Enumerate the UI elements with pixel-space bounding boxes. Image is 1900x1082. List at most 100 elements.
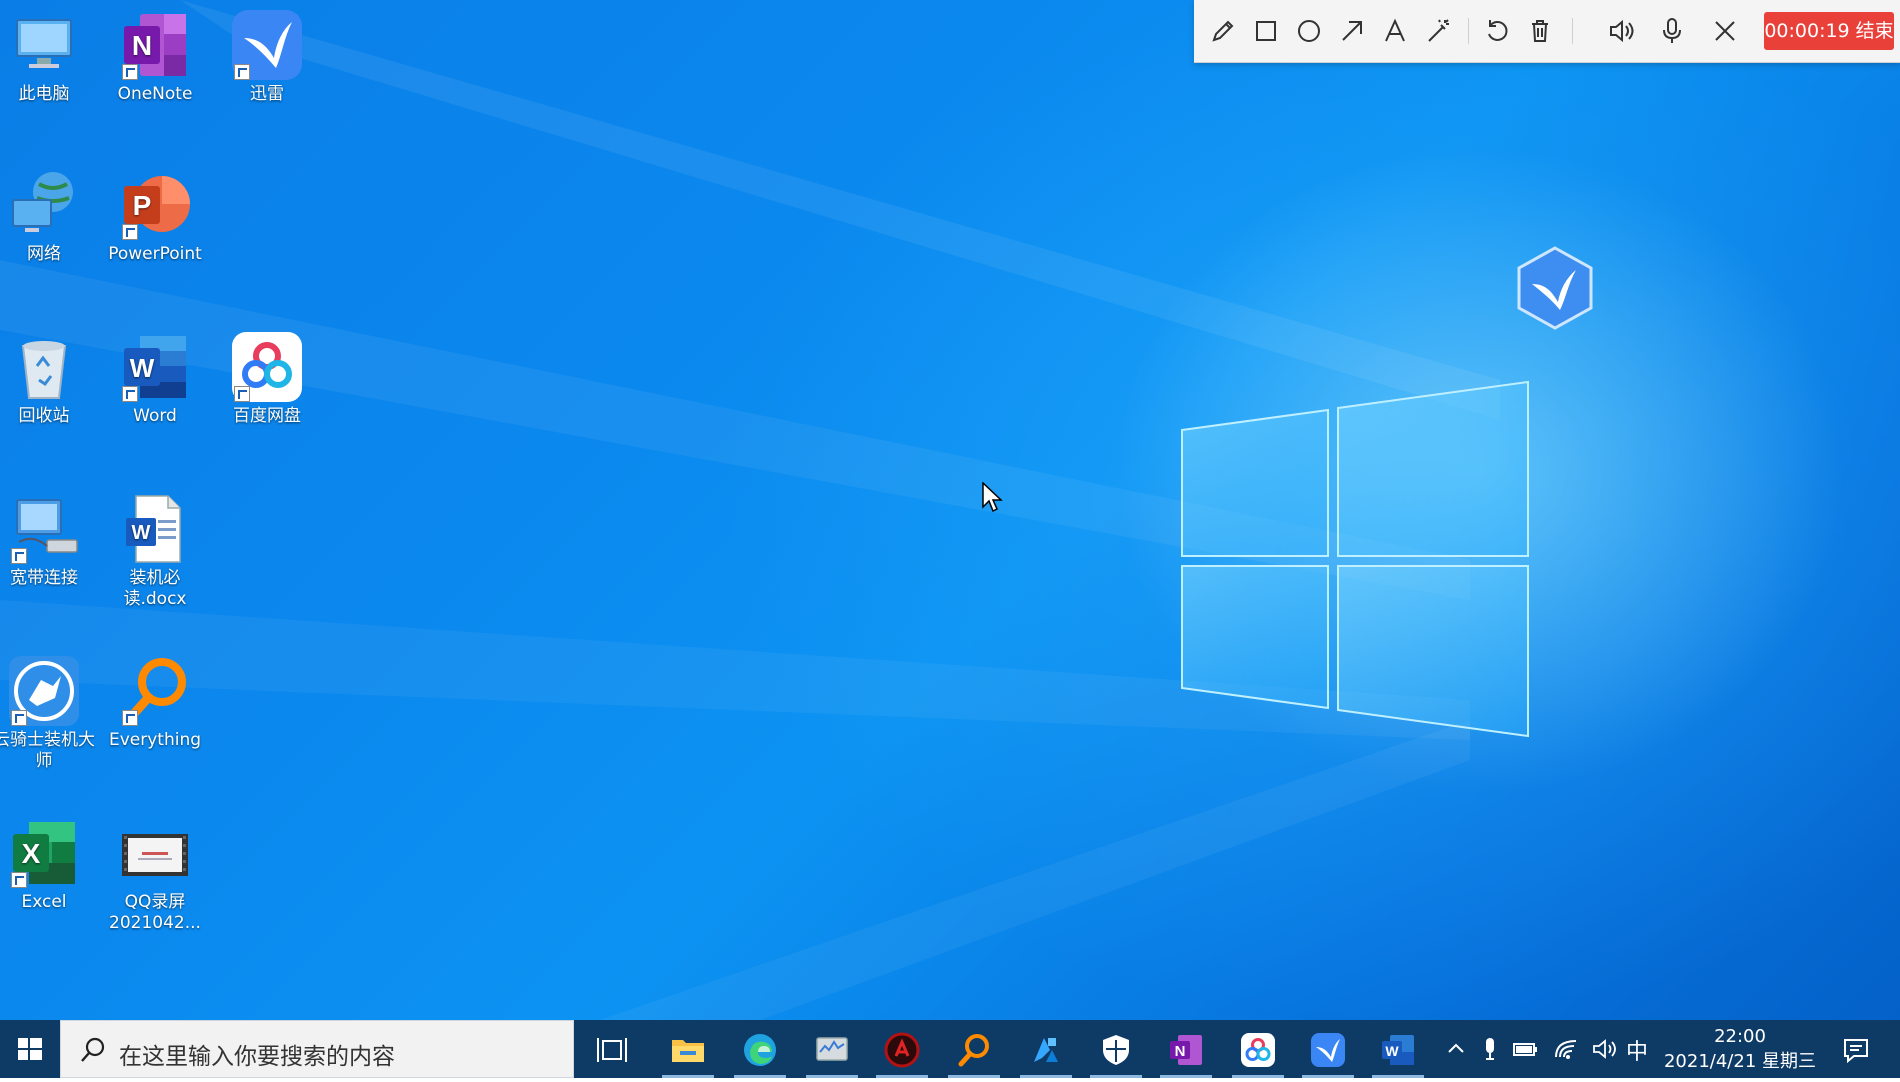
svg-text:X: X: [22, 838, 41, 869]
arrow-tool-button[interactable]: [1335, 14, 1369, 48]
edge-icon: [744, 1034, 776, 1066]
show-hidden-icons-chevron-icon[interactable]: [1446, 1037, 1466, 1061]
taskbar-security[interactable]: [1082, 1020, 1150, 1078]
azure-icon: [1034, 1038, 1058, 1062]
magic-wand-icon: [1428, 19, 1449, 42]
desktop-icon-label: PowerPoint: [108, 244, 202, 264]
thunder-icon: [1311, 1033, 1345, 1067]
taskbar-word[interactable]: W: [1364, 1020, 1432, 1078]
svg-text:N: N: [132, 30, 152, 61]
taskbar-edge[interactable]: [726, 1020, 794, 1078]
desktop-icon-onenote[interactable]: N OneNote: [100, 8, 210, 105]
toolbar-separator: [1572, 18, 1573, 44]
desktop-icon-powerpoint[interactable]: P PowerPoint: [100, 168, 210, 265]
speaker-icon: [1610, 19, 1634, 43]
onenote-icon: N: [118, 8, 192, 82]
shortcut-arrow-icon: [122, 64, 138, 80]
desktop-icon-word[interactable]: W Word: [100, 330, 210, 427]
desktop-icon-baidu-netdisk[interactable]: 百度网盘: [212, 330, 322, 427]
desktop-icon-label: 百度网盘: [233, 406, 301, 426]
taskbar-file-explorer[interactable]: [654, 1020, 722, 1078]
desktop: 此电脑 N OneNote 迅雷 网络 P PowerPoint 回收站 W W…: [0, 0, 1900, 1020]
windows-start-icon: [18, 1038, 42, 1060]
desktop-icon-broadband[interactable]: 宽带连接: [0, 492, 99, 589]
taskbar-azure[interactable]: [1012, 1020, 1080, 1078]
volume-icon[interactable]: [1592, 1037, 1618, 1061]
svg-text:P: P: [133, 190, 152, 221]
close-toolbar-button[interactable]: [1708, 14, 1742, 48]
delete-button[interactable]: [1523, 14, 1557, 48]
pencil-icon: [1212, 20, 1234, 42]
network-icon: [7, 168, 81, 242]
desktop-icon-label: 回收站: [18, 406, 70, 426]
speaker-toggle-button[interactable]: [1604, 14, 1638, 48]
desktop-icon-label: 此电脑: [18, 84, 70, 104]
desktop-icon-video-file[interactable]: QQ录屏2021042...: [100, 816, 210, 934]
taskbar-search-box[interactable]: 在这里输入你要搜索的内容: [60, 1020, 574, 1078]
word-icon: W: [118, 330, 192, 404]
taskbar: 在这里输入你要搜索的内容 N W 中 22:00 2021/4/21 星期三: [0, 1020, 1900, 1078]
desktop-icon-this-pc[interactable]: 此电脑: [0, 8, 99, 105]
undo-button[interactable]: [1480, 14, 1514, 48]
desktop-icon-label: Everything: [108, 730, 202, 750]
desktop-icon-label: Excel: [21, 892, 67, 912]
desktop-icon-label: 网络: [27, 244, 61, 264]
video-file-icon: [118, 816, 192, 890]
onenote-icon: N: [1170, 1035, 1202, 1065]
microphone-icon[interactable]: [1480, 1037, 1500, 1061]
file-explorer-icon: [672, 1040, 704, 1062]
ime-indicator[interactable]: 中: [1626, 1034, 1648, 1066]
desktop-icon-recycle-bin[interactable]: 回收站: [0, 330, 99, 427]
clock-time: 22:00: [1714, 1026, 1766, 1047]
recycle-bin-icon: [7, 330, 81, 404]
battery-icon[interactable]: [1512, 1037, 1538, 1061]
desktop-icon-label: 迅雷: [250, 84, 284, 104]
taskbar-everything[interactable]: [940, 1020, 1008, 1078]
windows-logo-wallpaper: [1181, 380, 1529, 738]
desktop-icon-label: OneNote: [117, 84, 193, 104]
taskbar-baidu-netdisk[interactable]: [1224, 1020, 1292, 1078]
shortcut-arrow-icon: [11, 548, 27, 564]
clock-date: 2021/4/21 星期三: [1663, 1051, 1816, 1072]
shortcut-arrow-icon: [11, 872, 27, 888]
svg-text:W: W: [1385, 1043, 1399, 1059]
ellipse-tool-button[interactable]: [1292, 14, 1326, 48]
system-monitor-icon: [816, 1037, 848, 1061]
yunqishi-icon: [7, 654, 81, 728]
wifi-icon[interactable]: [1554, 1037, 1580, 1061]
shortcut-arrow-icon: [122, 224, 138, 240]
desktop-icon-yunqishi[interactable]: 云骑士装机大师: [0, 654, 99, 772]
ellipse-icon: [1298, 20, 1320, 42]
taskbar-red-app[interactable]: [868, 1020, 936, 1078]
rectangle-tool-button[interactable]: [1249, 14, 1283, 48]
task-view-icon: [597, 1038, 627, 1062]
text-tool-button[interactable]: [1378, 14, 1412, 48]
taskbar-thunder[interactable]: [1294, 1020, 1362, 1078]
excel-icon: X: [7, 816, 81, 890]
thunder-icon: [230, 8, 304, 82]
notification-center-icon[interactable]: [1842, 1036, 1870, 1064]
taskbar-clock[interactable]: 22:00 2021/4/21 星期三: [1660, 1024, 1820, 1074]
everything-icon: [118, 654, 192, 728]
microphone-toggle-button[interactable]: [1655, 14, 1689, 48]
desktop-icon-network[interactable]: 网络: [0, 168, 99, 265]
desktop-icon-label: 宽带连接: [10, 568, 78, 588]
taskbar-system-monitor[interactable]: [798, 1020, 866, 1078]
security-icon: [1103, 1035, 1129, 1065]
word-icon: W: [1382, 1035, 1414, 1065]
magic-wand-tool-button[interactable]: [1421, 14, 1455, 48]
stop-recording-button[interactable]: 00:00:19 结束: [1764, 12, 1894, 50]
powerpoint-icon: P: [118, 168, 192, 242]
start-button[interactable]: [0, 1020, 60, 1078]
taskbar-onenote[interactable]: N: [1152, 1020, 1220, 1078]
pencil-tool-button[interactable]: [1206, 14, 1240, 48]
desktop-icon-excel[interactable]: X Excel: [0, 816, 99, 913]
taskbar-task-view[interactable]: [578, 1020, 646, 1078]
desktop-icon-everything[interactable]: Everything: [100, 654, 210, 751]
thunder-floating-widget[interactable]: [1516, 246, 1594, 330]
desktop-icon-docx-file[interactable]: W 装机必读.docx: [100, 492, 210, 610]
desktop-icon-thunder[interactable]: 迅雷: [212, 8, 322, 105]
red-app-icon: [884, 1032, 920, 1068]
arrow-icon: [1342, 21, 1362, 41]
trash-icon: [1532, 20, 1548, 42]
